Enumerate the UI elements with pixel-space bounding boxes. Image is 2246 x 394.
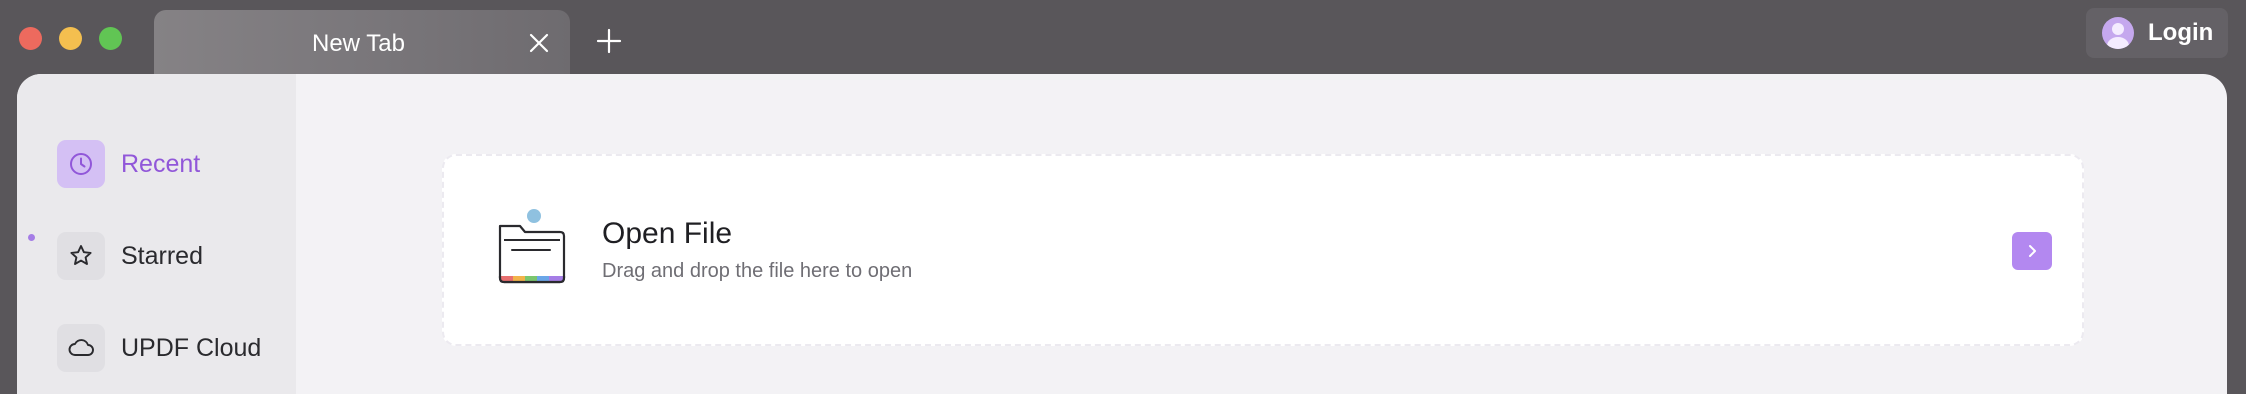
open-file-dropzone[interactable]: Open File Drag and drop the file here to… [442,154,2084,346]
avatar [2102,17,2134,49]
clock-icon [57,140,105,188]
open-file-subtitle: Drag and drop the file here to open [602,260,913,282]
close-window-button[interactable] [19,27,42,50]
login-label: Login [2148,19,2214,46]
sidebar-item-label: UPDF Cloud [121,334,262,362]
close-icon[interactable] [526,30,552,56]
open-file-button[interactable] [2012,232,2052,270]
tab-title: New Tab [312,30,405,57]
main-window: Recent Starred UPDF Cloud Open File Drag… [17,74,2227,394]
open-file-title: Open File [602,217,733,250]
chevron-right-icon [2029,245,2036,257]
tab-new-tab[interactable]: New Tab [154,10,570,74]
sidebar-item-label: Starred [121,242,203,270]
active-indicator [28,234,35,241]
login-button[interactable]: Login [2086,8,2228,58]
folder-icon [498,209,566,284]
sidebar-item-label: Recent [121,150,201,178]
cloud-icon [57,324,105,372]
star-icon [57,232,105,280]
plus-icon[interactable] [596,28,622,54]
sidebar: Recent Starred UPDF Cloud [17,74,296,394]
minimize-window-button[interactable] [59,27,82,50]
maximize-window-button[interactable] [99,27,122,50]
